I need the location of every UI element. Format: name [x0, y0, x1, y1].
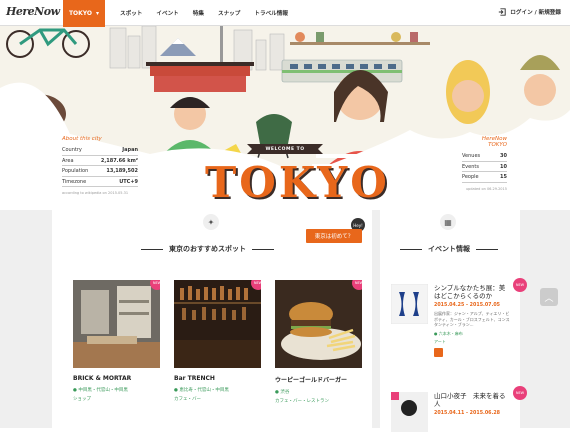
city-selector-label: TOKYO: [68, 10, 93, 17]
info-row-country: Country Japan: [62, 145, 138, 156]
chevron-up-icon: ︿: [544, 293, 554, 304]
info-row-population: Population 13,189,502: [62, 166, 138, 177]
spot-area: ● 中目黒・代官山・中目黒: [73, 388, 128, 393]
event-item[interactable]: 山口小夜子 未来を着る人 2015.04.11 - 2015.06.28 NEW: [391, 386, 527, 432]
new-badge: NEW: [513, 278, 527, 292]
info-row-area: Area 2,187.66 km²: [62, 156, 138, 166]
event-body: 山口小夜子 未来を着る人 2015.04.11 - 2015.06.28: [434, 392, 510, 416]
spot-card[interactable]: NEW Bar TRENCH ● 恵比寿・代官山・中目黒 カフェ・バー: [174, 280, 261, 402]
event-area: ● 六本木・麻布: [434, 330, 463, 336]
event-image-portrait: [391, 392, 428, 432]
pin-icon: ●: [434, 330, 438, 336]
herenow-stats-title: HereNow TOKYO: [481, 136, 507, 148]
nav-item-snaps[interactable]: スナップ: [218, 9, 240, 17]
herenow-stats-updated: updated on 06.29.2015: [465, 186, 507, 191]
event-image-shapes: [390, 283, 429, 325]
pin-icon: ●: [174, 388, 178, 393]
event-date: 2015.04.25 - 2015.07.05: [434, 303, 501, 308]
spot-area: ● 恵比寿・代官山・中目黒: [174, 388, 229, 393]
event-thumbnail[interactable]: [391, 392, 428, 432]
nav-item-spots[interactable]: スポット: [120, 9, 142, 17]
city-info-panel: About this city Country Japan Area 2,187.6…: [62, 136, 138, 195]
spot-title[interactable]: BRICK & MORTAR: [73, 375, 160, 382]
site-header: HereNow TOKYO ▾ スポット イベント 特集 スナップ トラベル情報…: [0, 0, 570, 27]
login-button[interactable]: ログイン / 新規登録: [498, 8, 561, 16]
spot-title[interactable]: ウーピーゴールドバーガー: [275, 375, 362, 384]
spot-thumbnail[interactable]: NEW: [174, 280, 261, 368]
event-description: 出展作家：ジャン・アルプ、ティエリ・ビボティ、カール・ブロスフェルト、コンスタン…: [434, 311, 510, 327]
stat-row-people: People 15: [462, 172, 507, 183]
city-info-title: About this city: [62, 136, 102, 142]
main-nav: スポット イベント 特集 スナップ トラベル情報: [120, 9, 288, 17]
spot-category[interactable]: カフェ・バー: [174, 396, 261, 402]
nav-item-events[interactable]: イベント: [156, 9, 178, 17]
calendar-icon: ▦: [440, 214, 456, 230]
hero-illustration: About this city Country Japan Area 2,187.6…: [0, 26, 570, 210]
pin-icon: ●: [73, 388, 77, 393]
event-date: 2015.04.11 - 2015.06.28: [434, 411, 501, 416]
scroll-to-top-button[interactable]: ︿: [540, 288, 558, 306]
event-category[interactable]: アート: [434, 339, 510, 345]
event-title[interactable]: 山口小夜子 未来を着る人: [434, 392, 510, 408]
info-row-timezone: Timezone UTC+9: [62, 177, 138, 187]
site-logo[interactable]: HereNow: [6, 5, 60, 18]
event-item[interactable]: シンプルなかたち展：美はどこからくるのか 2015.04.25 - 2015.0…: [390, 278, 527, 380]
compass-icon: ✦: [203, 214, 219, 230]
city-title: TOKYO: [205, 158, 390, 207]
nav-item-features[interactable]: 特集: [193, 9, 204, 17]
spot-card[interactable]: NEW ウーピーゴールドバーガー ● 渋谷 カフェ・バー・レストラン: [275, 280, 362, 404]
spot-category[interactable]: ショップ: [73, 396, 160, 402]
city-info-source: according to wikipedia on 2015.05.31: [62, 191, 129, 195]
spot-photo-shop: [73, 280, 160, 368]
event-thumbnail[interactable]: [390, 283, 429, 325]
spot-title[interactable]: Bar TRENCH: [174, 375, 261, 382]
spot-thumbnail[interactable]: NEW: [73, 280, 160, 368]
spots-heading: 東京のおすすめスポット: [141, 244, 274, 254]
spot-photo-bar: [174, 280, 261, 368]
pin-icon: ●: [275, 390, 279, 395]
login-label: ログイン / 新規登録: [510, 10, 561, 16]
city-selector[interactable]: TOKYO ▾: [63, 0, 105, 27]
nav-item-travel-info[interactable]: トラベル情報: [254, 9, 288, 17]
stat-row-events: Events 10: [462, 162, 507, 172]
welcome-ribbon: WELCOME TO: [247, 144, 323, 154]
event-body: シンプルなかたち展：美はどこからくるのか 2015.04.25 - 2015.0…: [434, 284, 510, 357]
events-heading: イベント情報: [400, 244, 498, 254]
spot-photo-burger: [275, 280, 362, 368]
login-icon: [499, 8, 506, 16]
orange-tag-icon: [434, 347, 443, 357]
stat-row-venues: Venues 30: [462, 151, 507, 162]
spot-card[interactable]: NEW BRICK & MORTAR ● 中目黒・代官山・中目黒 ショップ: [73, 280, 160, 402]
new-badge: NEW: [513, 386, 527, 400]
first-time-button[interactable]: 東京は初めて？: [306, 229, 362, 243]
herenow-stats-panel: HereNow TOKYO Venues 30 Events 10 People 15…: [462, 136, 507, 191]
spot-category[interactable]: カフェ・バー・レストラン: [275, 398, 362, 404]
event-title[interactable]: シンプルなかたち展：美はどこからくるのか: [434, 284, 510, 300]
spot-area: ● 渋谷: [275, 390, 290, 395]
chevron-down-icon: ▾: [96, 10, 100, 17]
spot-thumbnail[interactable]: NEW: [275, 280, 362, 368]
